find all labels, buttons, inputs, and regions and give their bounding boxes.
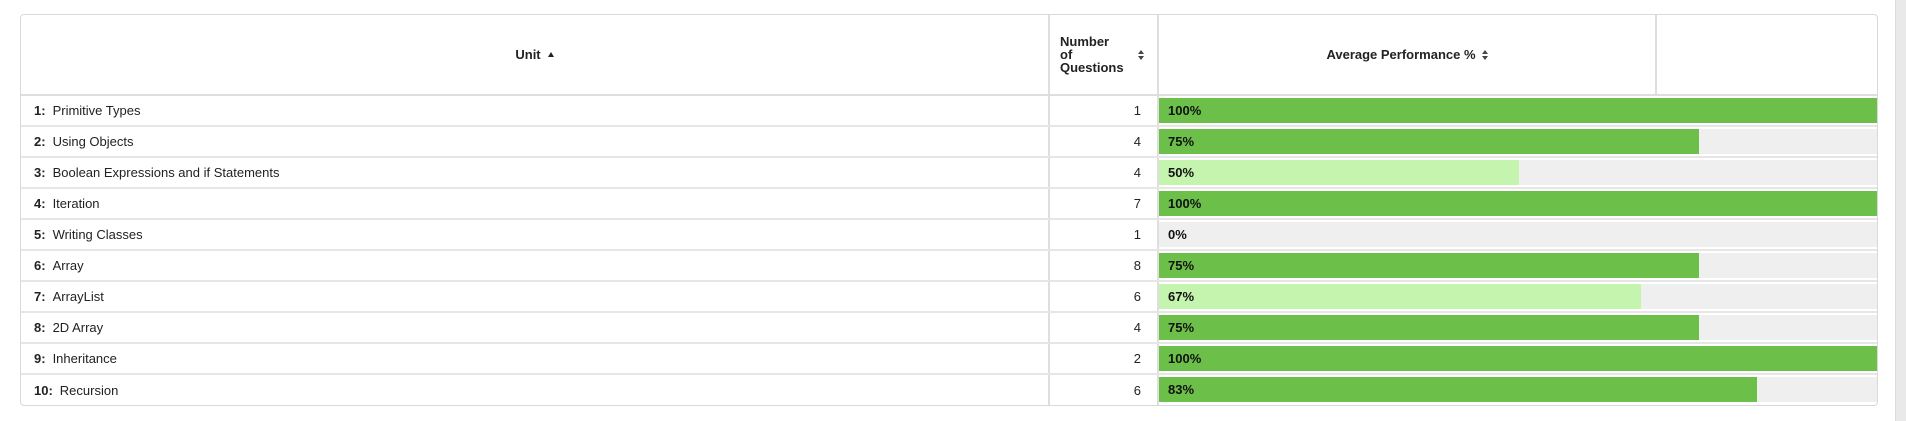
- unit-number: 9:: [34, 351, 46, 366]
- table-row: 8: 2D Array 4 75%: [21, 313, 1877, 344]
- column-header-unit[interactable]: Unit: [21, 15, 1050, 94]
- unit-name: Inheritance: [52, 351, 117, 366]
- unit-cell: 1: Primitive Types: [21, 96, 1050, 125]
- unit-name: ArrayList: [52, 289, 104, 304]
- performance-percent-label: 75%: [1168, 134, 1195, 149]
- table-body: 1: Primitive Types 1 100% 2: Using Objects 4 75…: [21, 96, 1877, 405]
- column-header-number-of-questions[interactable]: Number of Questions: [1050, 15, 1159, 94]
- table-row: 5: Writing Classes 1 0%: [21, 220, 1877, 251]
- unit-cell: 3: Boolean Expressions and if Statements: [21, 158, 1050, 187]
- table-row: 1: Primitive Types 1 100%: [21, 96, 1877, 127]
- sort-toggle-icon[interactable]: [1481, 49, 1488, 60]
- column-header-empty: [1657, 15, 1877, 94]
- performance-bar-fill: [1159, 253, 1699, 278]
- unit-cell: 5: Writing Classes: [21, 220, 1050, 249]
- unit-name: Using Objects: [52, 134, 134, 149]
- table-header: Unit Number of Questions Average Perform…: [21, 15, 1877, 96]
- table-row: 3: Boolean Expressions and if Statements 4…: [21, 158, 1877, 189]
- unit-cell: 6: Array: [21, 251, 1050, 280]
- performance-bar: 0%: [1159, 222, 1877, 247]
- unit-cell: 8: 2D Array: [21, 313, 1050, 342]
- performance-percent-label: 0%: [1168, 227, 1187, 242]
- unit-name: 2D Array: [52, 320, 104, 335]
- performance-percent-label: 75%: [1168, 320, 1195, 335]
- question-count-cell: 6: [1050, 375, 1159, 405]
- performance-percent-label: 100%: [1168, 196, 1202, 211]
- table-row: 9: Inheritance 2 100%: [21, 344, 1877, 375]
- column-header-number-of-questions-label: Number of Questions: [1060, 34, 1124, 75]
- question-count-cell: 1: [1050, 96, 1159, 125]
- unit-number: 5:: [34, 227, 46, 242]
- performance-bar: 75%: [1159, 253, 1877, 278]
- performance-percent-label: 100%: [1168, 103, 1202, 118]
- sort-toggle-icon[interactable]: [1138, 49, 1144, 60]
- question-count-cell: 4: [1050, 158, 1159, 187]
- performance-percent-label: 75%: [1168, 258, 1195, 273]
- unit-number: 3:: [34, 165, 46, 180]
- performance-percent-label: 100%: [1168, 351, 1202, 366]
- performance-percent-label: 83%: [1168, 382, 1195, 397]
- unit-number: 2:: [34, 134, 46, 149]
- unit-number: 7:: [34, 289, 46, 304]
- performance-percent-label: 67%: [1168, 289, 1195, 304]
- performance-bar-fill: [1159, 315, 1699, 340]
- unit-cell: 2: Using Objects: [21, 127, 1050, 156]
- column-header-average-performance[interactable]: Average Performance %: [1159, 15, 1657, 94]
- performance-bar-fill: [1159, 129, 1699, 154]
- unit-cell: 10: Recursion: [21, 375, 1050, 405]
- question-count-cell: 1: [1050, 220, 1159, 249]
- unit-cell: 4: Iteration: [21, 189, 1050, 218]
- performance-bar-fill: [1159, 98, 1877, 123]
- column-header-unit-label: Unit: [515, 47, 541, 62]
- performance-bar: 67%: [1159, 284, 1877, 309]
- unit-cell: 7: ArrayList: [21, 282, 1050, 311]
- unit-number: 8:: [34, 320, 46, 335]
- unit-number: 4:: [34, 196, 46, 211]
- question-count-cell: 4: [1050, 313, 1159, 342]
- unit-cell: 9: Inheritance: [21, 344, 1050, 373]
- performance-bar-fill: [1159, 160, 1519, 185]
- performance-bar: 100%: [1159, 346, 1877, 371]
- unit-name: Recursion: [59, 383, 119, 398]
- performance-bar-fill: [1159, 346, 1877, 371]
- table-row: 2: Using Objects 4 75%: [21, 127, 1877, 158]
- performance-bar: 100%: [1159, 191, 1877, 216]
- question-count-cell: 7: [1050, 189, 1159, 218]
- performance-bar-fill: [1159, 191, 1877, 216]
- performance-bar: 100%: [1159, 98, 1877, 123]
- unit-name: Boolean Expressions and if Statements: [52, 165, 280, 180]
- table-row: 6: Array 8 75%: [21, 251, 1877, 282]
- performance-bar: 83%: [1159, 377, 1877, 402]
- unit-performance-table: Unit Number of Questions Average Perform…: [20, 14, 1878, 406]
- table-row: 7: ArrayList 6 67%: [21, 282, 1877, 313]
- unit-name: Array: [52, 258, 84, 273]
- performance-percent-label: 50%: [1168, 165, 1195, 180]
- question-count-cell: 8: [1050, 251, 1159, 280]
- table-row: 10: Recursion 6 83%: [21, 375, 1877, 405]
- sort-ascending-icon[interactable]: [547, 52, 554, 57]
- question-count-cell: 4: [1050, 127, 1159, 156]
- unit-number: 1:: [34, 103, 46, 118]
- unit-name: Writing Classes: [52, 227, 143, 242]
- window-scrollbar[interactable]: [1895, 0, 1906, 421]
- performance-bar-fill: [1159, 284, 1642, 309]
- unit-name: Primitive Types: [52, 103, 141, 118]
- table-row: 4: Iteration 7 100%: [21, 189, 1877, 220]
- performance-bar-fill: [1159, 377, 1757, 402]
- performance-bar: 50%: [1159, 160, 1877, 185]
- question-count-cell: 2: [1050, 344, 1159, 373]
- unit-number: 10:: [34, 383, 53, 398]
- unit-name: Iteration: [52, 196, 100, 211]
- column-header-average-performance-label: Average Performance %: [1326, 47, 1476, 62]
- performance-bar: 75%: [1159, 315, 1877, 340]
- unit-number: 6:: [34, 258, 46, 273]
- page: Unit Number of Questions Average Perform…: [0, 0, 1896, 421]
- performance-bar: 75%: [1159, 129, 1877, 154]
- question-count-cell: 6: [1050, 282, 1159, 311]
